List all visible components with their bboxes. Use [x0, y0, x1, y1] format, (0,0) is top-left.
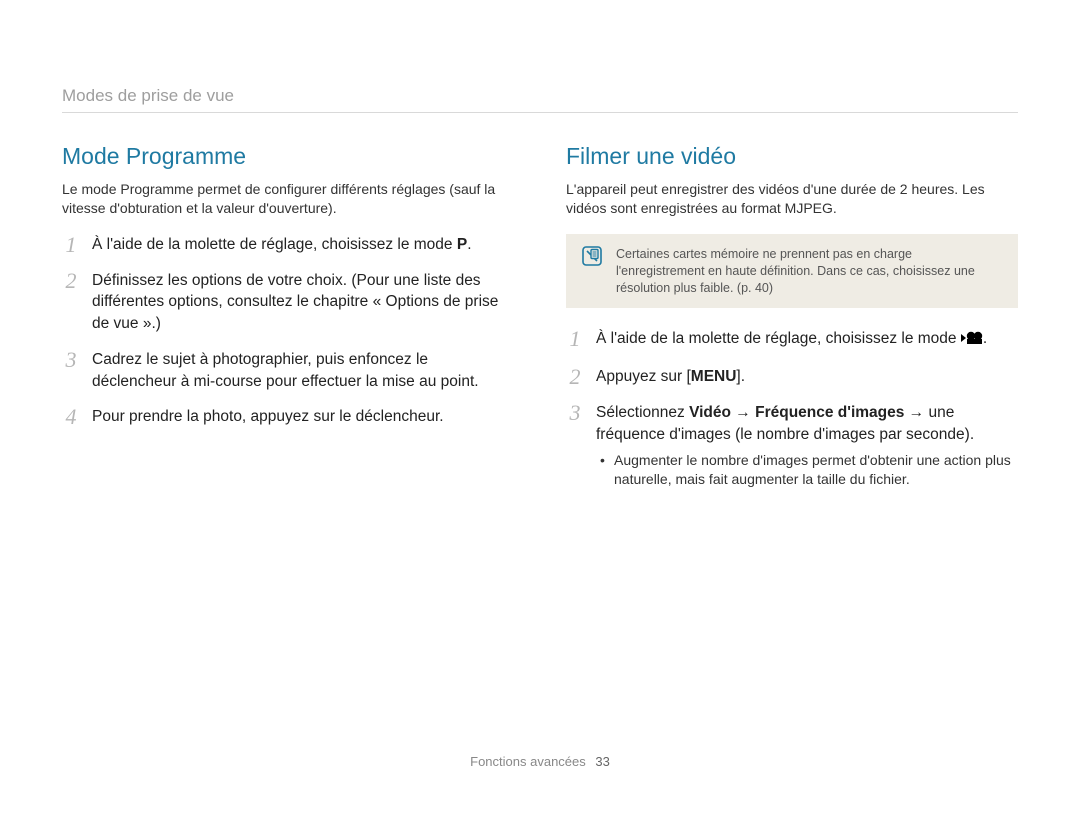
step-text-pre: Appuyez sur [ [596, 368, 691, 385]
sub-bullet: Augmenter le nombre d'images permet d'ob… [600, 451, 1018, 489]
footer-section: Fonctions avancées [470, 754, 586, 769]
step-3: 3 Cadrez le sujet à photographier, puis … [62, 349, 514, 392]
step-body: Sélectionnez Vidéo → Fréquence d'images … [596, 402, 1018, 489]
step-2: 2 Appuyez sur [MENU]. [566, 366, 1018, 388]
step-text-pre: Sélectionnez [596, 404, 689, 421]
intro-filmer-video: L'appareil peut enregistrer des vidéos d… [566, 180, 1018, 218]
page-number: 33 [595, 754, 609, 769]
video-mode-icon [961, 330, 983, 352]
page: Modes de prise de vue Mode Programme Le … [0, 0, 1080, 815]
step-body: À l'aide de la molette de réglage, chois… [92, 234, 514, 256]
sub-bullet-list: Augmenter le nombre d'images permet d'ob… [596, 451, 1018, 489]
step-text-post: ]. [736, 368, 745, 385]
intro-mode-programme: Le mode Programme permet de configurer d… [62, 180, 514, 218]
step-text-pre: À l'aide de la molette de réglage, chois… [596, 330, 961, 347]
step-number: 1 [62, 234, 80, 256]
step-text-pre: À l'aide de la molette de réglage, chois… [92, 236, 457, 253]
column-filmer-video: Filmer une vidéo L'appareil peut enregis… [566, 143, 1018, 503]
step-text-post: . [983, 330, 987, 347]
step-1: 1 À l'aide de la molette de réglage, cho… [62, 234, 514, 256]
step-body: Définissez les options de votre choix. (… [92, 270, 514, 335]
step-number: 3 [62, 349, 80, 371]
step-body: Cadrez le sujet à photographier, puis en… [92, 349, 514, 392]
mode-p-icon: P [457, 236, 467, 253]
step-number: 3 [566, 402, 584, 424]
menu-label: MENU [691, 368, 737, 385]
step-4: 4 Pour prendre la photo, appuyez sur le … [62, 406, 514, 428]
step-2: 2 Définissez les options de votre choix.… [62, 270, 514, 335]
step-body: Pour prendre la photo, appuyez sur le dé… [92, 406, 514, 428]
note-box: Certaines cartes mémoire ne prennent pas… [566, 234, 1018, 309]
menu-path-frequence: Fréquence d'images [755, 404, 904, 421]
menu-path-video: Vidéo [689, 404, 731, 421]
step-number: 2 [62, 270, 80, 292]
step-number: 4 [62, 406, 80, 428]
step-text-post: . [467, 236, 471, 253]
column-mode-programme: Mode Programme Le mode Programme permet … [62, 143, 514, 503]
heading-filmer-video: Filmer une vidéo [566, 143, 1018, 170]
step-number: 1 [566, 328, 584, 350]
heading-mode-programme: Mode Programme [62, 143, 514, 170]
arrow: → [904, 404, 928, 421]
page-footer: Fonctions avancées 33 [0, 754, 1080, 769]
step-1: 1 À l'aide de la molette de réglage, cho… [566, 328, 1018, 352]
steps-filmer-video: 1 À l'aide de la molette de réglage, cho… [566, 328, 1018, 489]
step-3: 3 Sélectionnez Vidéo → Fréquence d'image… [566, 402, 1018, 489]
step-number: 2 [566, 366, 584, 388]
steps-mode-programme: 1 À l'aide de la molette de réglage, cho… [62, 234, 514, 428]
step-body: Appuyez sur [MENU]. [596, 366, 1018, 388]
arrow: → [731, 404, 755, 421]
step-body: À l'aide de la molette de réglage, chois… [596, 328, 1018, 352]
content-columns: Mode Programme Le mode Programme permet … [62, 143, 1018, 503]
note-text: Certaines cartes mémoire ne prennent pas… [616, 246, 1002, 297]
breadcrumb: Modes de prise de vue [62, 86, 1018, 113]
note-icon [582, 246, 602, 271]
